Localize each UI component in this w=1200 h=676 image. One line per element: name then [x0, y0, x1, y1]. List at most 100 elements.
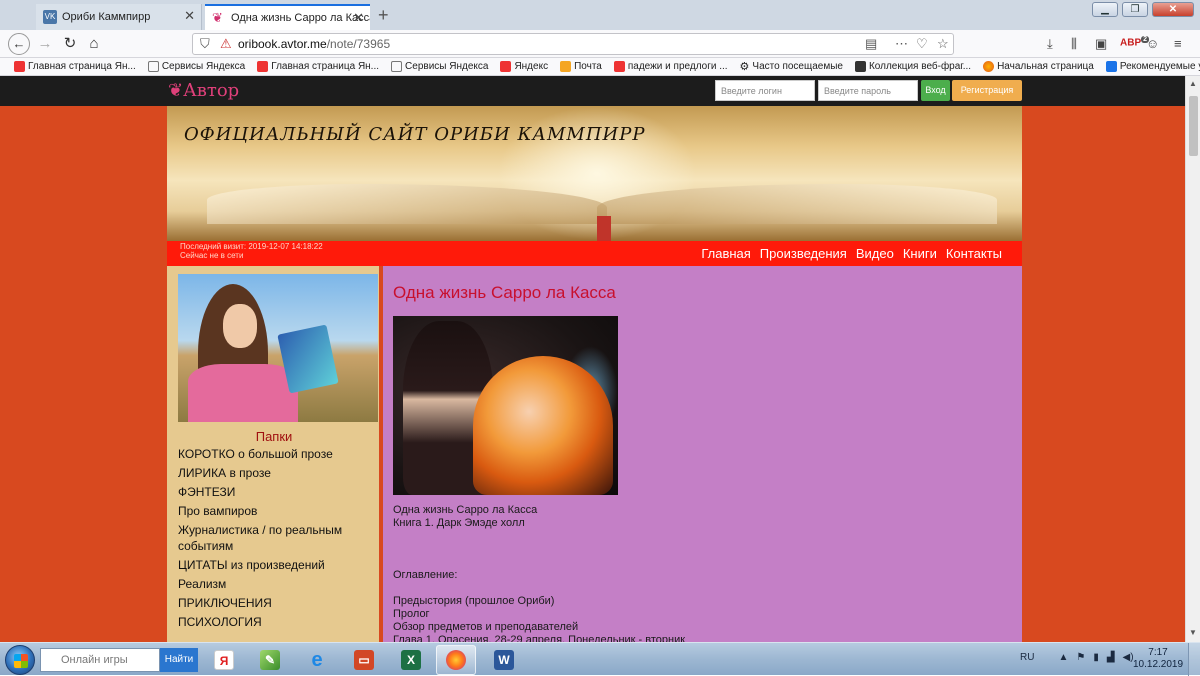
url-text[interactable]: oribook.avtor.me/note/73965 [238, 37, 390, 51]
url-path: /note/73965 [326, 37, 391, 51]
web-slice-icon [854, 61, 866, 72]
nav-video[interactable]: Видео [856, 246, 894, 261]
back-icon[interactable]: ← [8, 33, 30, 55]
nav-works[interactable]: Произведения [760, 246, 847, 261]
firefox-icon [446, 650, 466, 670]
taskbar-ie[interactable]: e [297, 645, 337, 675]
page-actions-icon[interactable]: ⋯ [895, 36, 908, 52]
battery-icon[interactable]: ▮ [1093, 652, 1099, 663]
show-desktop-button[interactable] [1188, 643, 1200, 676]
bookmark-item[interactable]: Яндекс [500, 61, 548, 72]
bookmark-item[interactable]: Почта [560, 61, 602, 72]
url-bar[interactable]: ⛉ ⚠ oribook.avtor.me/note/73965 ▤ ⋯ ♡ ☆ [192, 33, 954, 55]
taskbar-yandex[interactable]: Я [204, 645, 244, 675]
system-tray: RU ▲ ⚑ ▮ ▟ ◀) [1020, 652, 1134, 663]
register-button[interactable]: Регистрация [952, 80, 1022, 101]
taskbar-clock[interactable]: 7:17 10.12.2019 [1133, 647, 1183, 671]
close-tab-icon[interactable]: ✕ [353, 10, 364, 26]
start-button[interactable] [5, 645, 35, 675]
language-indicator[interactable]: RU [1020, 652, 1034, 663]
downloads-icon[interactable]: ⤓ [1047, 36, 1053, 52]
network-icon[interactable]: ▟ [1107, 652, 1115, 663]
tab-vk[interactable]: VK Ориби Каммпирр ✕ [36, 4, 202, 30]
taskbar-excel[interactable]: X [391, 645, 431, 675]
menu-icon[interactable]: ≡ [1174, 36, 1182, 51]
main-nav: Главная Произведения Видео Книги Контакт… [701, 246, 1002, 261]
library-icon[interactable]: ⫼ [1071, 36, 1077, 52]
nav-books[interactable]: Книги [903, 246, 937, 261]
tab-bar: VK Ориби Каммпирр ✕ ❦ Одна жизнь Сарро л… [0, 0, 1200, 30]
folder-link[interactable]: КОРОТКО о большой прозе [178, 446, 378, 462]
bookmark-item[interactable]: Главная страница Ян... [257, 61, 379, 72]
new-tab-icon[interactable]: + [378, 5, 389, 26]
adblock-icon[interactable]: ABP 2 [1120, 36, 1150, 48]
bookmark-label: Коллекция веб-фраг... [868, 61, 972, 72]
page-scrollbar[interactable]: ▲ ▼ [1185, 76, 1200, 642]
bookmark-item[interactable]: Сервисы Яндекса [147, 61, 245, 72]
taskbar-firefox[interactable] [436, 645, 476, 675]
bookmark-item[interactable]: Главная страница Ян... [14, 61, 136, 72]
book-cover-image [393, 316, 618, 495]
close-window-button[interactable]: ✕ [1152, 2, 1194, 17]
volume-icon[interactable]: ◀) [1123, 652, 1134, 663]
bookmark-item[interactable]: Рекомендуемые узлы [1105, 61, 1200, 72]
insecure-lock-icon[interactable]: ⚠ [220, 36, 232, 52]
folder-link[interactable]: ФЭНТЕЗИ [178, 484, 378, 500]
nav-contacts[interactable]: Контакты [946, 246, 1002, 261]
shield-icon[interactable]: ⛉ [200, 36, 210, 52]
folder-link[interactable]: ПСИХОЛОГИЯ [178, 614, 378, 630]
folder-link[interactable]: ЦИТАТЫ из произведений [178, 557, 378, 573]
sidebar-icon[interactable]: ▣ [1095, 36, 1107, 52]
yandex-icon [500, 61, 512, 72]
bookmark-item[interactable]: Коллекция веб-фраг... [854, 61, 972, 72]
internet-explorer-icon: e [311, 649, 323, 671]
login-button[interactable]: Вход [921, 80, 950, 101]
folder-link[interactable]: Реализм [178, 576, 378, 592]
author-avatar[interactable] [178, 274, 378, 422]
bookmark-star-icon[interactable]: ☆ [937, 36, 949, 52]
scroll-up-icon[interactable]: ▲ [1189, 79, 1197, 88]
taskbar-search-button[interactable]: Найти [160, 648, 198, 672]
toc-item: Предыстория (прошлое Ориби) [393, 595, 555, 607]
bookmark-item[interactable]: ⚙ Часто посещаемые [740, 60, 843, 73]
word-icon: W [494, 650, 514, 670]
bookmark-item[interactable]: Сервисы Яндекса [391, 61, 488, 72]
forward-icon[interactable]: → [34, 34, 56, 54]
taskbar-notepad[interactable]: ✎ [250, 645, 290, 675]
bookmark-item[interactable]: Начальная страница [983, 61, 1094, 72]
action-center-flag-icon[interactable]: ⚑ [1076, 652, 1085, 663]
password-input[interactable]: Введите пароль [818, 80, 918, 101]
site-logo[interactable]: ❦Автор [168, 80, 239, 101]
close-tab-icon[interactable]: ✕ [184, 8, 195, 24]
folders-heading: Папки [255, 429, 293, 444]
reader-view-icon[interactable]: ▤ [865, 36, 877, 52]
folder-link[interactable]: ПРИКЛЮЧЕНИЯ [178, 595, 378, 611]
window-controls: ▁ ❐ ✕ [1092, 2, 1194, 17]
show-hidden-icons-icon[interactable]: ▲ [1058, 652, 1068, 663]
folder-link[interactable]: Журналистика / по реальным событиям [178, 522, 378, 554]
folder-icon [147, 61, 159, 72]
scroll-down-icon[interactable]: ▼ [1189, 628, 1197, 637]
bookmark-label: Главная страница Ян... [271, 61, 380, 72]
bookmark-item[interactable]: падежи и предлоги ... [613, 61, 728, 72]
folder-link[interactable]: ЛИРИКА в прозе [178, 465, 378, 481]
folder-link[interactable]: Про вампиров [178, 503, 378, 519]
taskbar-word[interactable]: W [484, 645, 524, 675]
book-ribbon [597, 216, 611, 241]
windows-logo-icon [14, 654, 28, 668]
home-icon[interactable]: ⌂ [83, 34, 105, 54]
taskbar-search-input[interactable]: Онлайн игры [40, 648, 160, 672]
tab-note[interactable]: ❦ Одна жизнь Сарро ла Касса - ✕ [205, 4, 370, 30]
taskbar-presentation[interactable]: ▭ [344, 645, 384, 675]
nav-home[interactable]: Главная [701, 246, 750, 261]
pocket-icon[interactable]: ♡ [916, 36, 928, 52]
main-nav-bar: Последний визит: 2019-12-07 14:18:22 Сей… [167, 241, 1022, 266]
login-input[interactable]: Введите логин [715, 80, 815, 101]
yandex-icon [14, 61, 25, 72]
scroll-thumb[interactable] [1189, 96, 1198, 156]
maximize-button[interactable]: ❐ [1122, 2, 1148, 17]
account-icon[interactable]: ☺ [1146, 36, 1159, 51]
reload-icon[interactable]: ↻ [59, 34, 81, 54]
firefox-icon [983, 61, 995, 72]
minimize-button[interactable]: ▁ [1092, 2, 1118, 17]
